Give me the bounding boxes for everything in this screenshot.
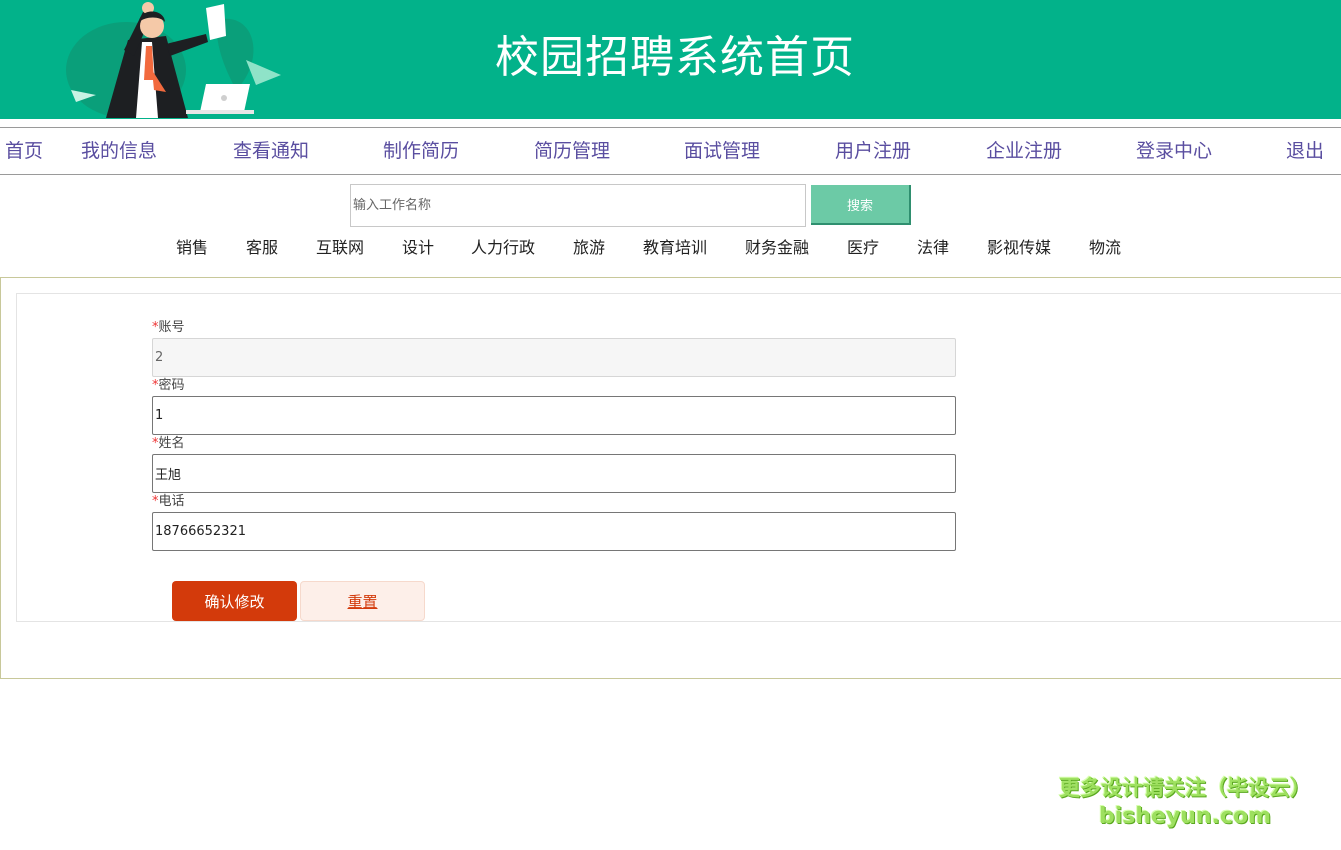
- category-travel[interactable]: 旅游: [573, 237, 605, 259]
- name-label: *姓名: [152, 436, 185, 451]
- nav-item-login-center[interactable]: 登录中心: [1136, 138, 1212, 164]
- category-sales[interactable]: 销售: [176, 237, 208, 259]
- name-field[interactable]: [152, 454, 956, 493]
- search-input[interactable]: [350, 184, 806, 227]
- category-media[interactable]: 影视传媒: [987, 237, 1051, 259]
- search-button[interactable]: 搜索: [811, 185, 911, 225]
- nav-item-logout[interactable]: 退出: [1286, 138, 1324, 164]
- reset-button[interactable]: 重置: [300, 581, 425, 621]
- nav-item-company-register[interactable]: 企业注册: [986, 138, 1062, 164]
- nav-item-resume-manage[interactable]: 简历管理: [534, 138, 610, 164]
- businessman-illustration-icon: [66, 2, 281, 118]
- nav-item-home[interactable]: 首页: [5, 138, 43, 164]
- category-law[interactable]: 法律: [917, 237, 949, 259]
- account-label: *账号: [152, 320, 185, 335]
- category-internet[interactable]: 互联网: [316, 237, 364, 259]
- nav-item-interview-manage[interactable]: 面试管理: [684, 138, 760, 164]
- category-finance[interactable]: 财务金融: [745, 237, 809, 259]
- phone-field[interactable]: [152, 512, 956, 551]
- category-education[interactable]: 教育培训: [643, 237, 707, 259]
- watermark-line1: 更多设计请关注（毕设云）: [1059, 776, 1311, 800]
- account-field[interactable]: [152, 338, 956, 377]
- category-customer-service[interactable]: 客服: [246, 237, 278, 259]
- page-title: 校园招聘系统首页: [495, 32, 855, 83]
- header-banner: 校园招聘系统首页: [0, 0, 1341, 119]
- main-nav: 首页 我的信息 查看通知 制作简历 简历管理 面试管理 用户注册 企业注册 登录…: [0, 127, 1341, 175]
- category-design[interactable]: 设计: [402, 237, 434, 259]
- nav-item-create-resume[interactable]: 制作简历: [383, 138, 459, 164]
- category-hr-admin[interactable]: 人力行政: [471, 237, 535, 259]
- password-field[interactable]: [152, 396, 956, 435]
- phone-label: *电话: [152, 494, 185, 509]
- category-medical[interactable]: 医疗: [847, 237, 879, 259]
- nav-item-user-register[interactable]: 用户注册: [835, 138, 911, 164]
- watermark: 更多设计请关注（毕设云） bisheyun.com: [1040, 772, 1330, 830]
- password-label: *密码: [152, 378, 185, 393]
- nav-item-my-info[interactable]: 我的信息: [81, 138, 157, 164]
- nav-item-notices[interactable]: 查看通知: [233, 138, 309, 164]
- watermark-line2: bisheyun.com: [1098, 804, 1272, 829]
- category-logistics[interactable]: 物流: [1089, 237, 1121, 259]
- confirm-edit-button[interactable]: 确认修改: [172, 581, 297, 621]
